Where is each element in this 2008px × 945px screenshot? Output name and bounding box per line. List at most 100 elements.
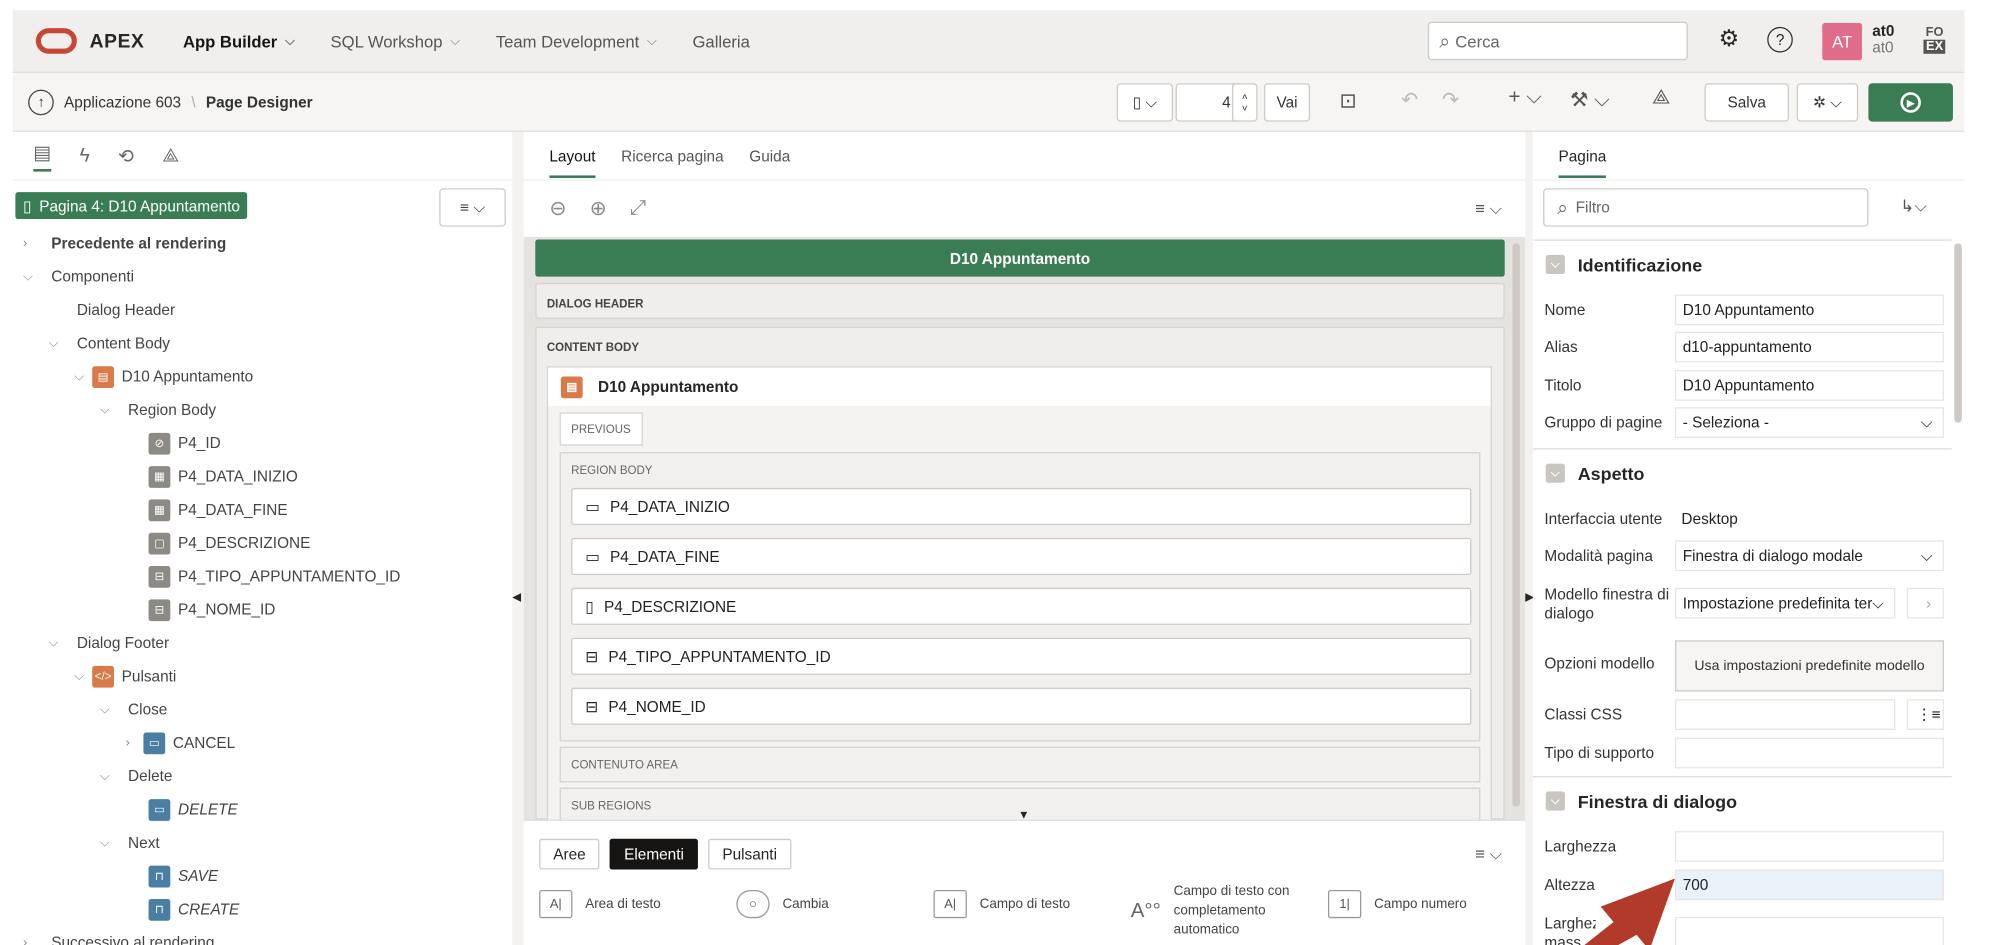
tab-pagina[interactable]: Pagina [1558, 147, 1607, 178]
tree-node[interactable]: ⊓ SAVE [148, 859, 218, 892]
avatar[interactable]: AT [1822, 23, 1862, 61]
tree-node[interactable]: ⌵ Dialog Footer [49, 626, 169, 659]
layout-item[interactable]: ▯ P4_DESCRIZIONE [571, 587, 1472, 625]
css-list-icon[interactable]: ⋮≡ [1906, 699, 1944, 730]
modello-select[interactable]: Impostazione predefinita ter ⌵ [1675, 587, 1896, 619]
tree-node[interactable]: ⊓ CREATE [148, 893, 239, 926]
tree-node[interactable]: ▢ P4_DESCRIZIONE [148, 526, 310, 559]
tree-menu-button[interactable]: ≡ ⌵ [439, 188, 506, 227]
property-scrollbar[interactable] [1954, 243, 1962, 423]
tab-shared-components-icon[interactable]: ⟁ [162, 145, 179, 167]
region-d10-appuntamento[interactable]: ▤ D10 Appuntamento PREVIOUS REGION BODY ▭… [546, 366, 1492, 824]
layout-item[interactable]: ⊟ P4_TIPO_APPUNTAMENTO_ID [571, 637, 1472, 675]
expand-icon[interactable]: ⤢ [630, 197, 646, 220]
lock-icon[interactable]: ⊡ [1340, 88, 1357, 114]
foex-badge[interactable]: FO EX [1923, 26, 1946, 54]
tab-aree[interactable]: Aree [539, 838, 600, 870]
page-number-stepper[interactable]: ˄ ˅ [1231, 83, 1258, 122]
gallery-item[interactable]: A| Campo di testo [933, 890, 1070, 919]
tree-node[interactable]: Dialog Header [77, 293, 175, 326]
tab-layout[interactable]: Layout [549, 147, 596, 178]
section-finestra-di-dialogo[interactable]: ⌵ Finestra di dialogo [1532, 776, 1952, 825]
debug-menu-button[interactable]: ✲ ⌵ [1796, 83, 1859, 122]
nav-galleria[interactable]: Galleria [692, 31, 749, 50]
section-aspetto[interactable]: ⌵ Aspetto [1532, 448, 1952, 497]
tree-node[interactable]: ▭ DELETE [148, 793, 238, 826]
tab-dynamic-actions-icon[interactable]: ϟ [80, 145, 90, 167]
tab-guida[interactable]: Guida [749, 147, 790, 165]
up-arrow-icon[interactable]: ↑ [28, 89, 54, 115]
filter-input[interactable]: ⌕ Filtro [1543, 188, 1869, 227]
tree-node[interactable]: ⌵ Close [100, 693, 167, 726]
zoom-out-icon[interactable]: ⊖ [549, 196, 566, 222]
region-body-slot[interactable]: REGION BODY ▭ P4_DATA_INIZIO ▭ P4_DATA_FIN… [559, 452, 1481, 742]
layout-item[interactable]: ⊟ P4_NOME_ID [571, 687, 1472, 725]
tree-node[interactable]: ⌵ ▤ D10 Appuntamento [74, 360, 253, 393]
redo-icon[interactable]: ↷ [1442, 87, 1459, 113]
help-icon[interactable]: ? [1767, 26, 1794, 52]
page-node-button[interactable]: ▯ Pagina 4: D10 Appuntamento [15, 192, 248, 219]
breadcrumb-app[interactable]: Applicazione 603 [64, 93, 181, 111]
oracle-logo-icon[interactable] [35, 28, 77, 54]
go-to-group-icon[interactable]: ↳⌵ [1900, 196, 1927, 216]
search-input[interactable]: ⌕ Cerca [1427, 21, 1688, 61]
layout-item[interactable]: ▭ P4_DATA_FINE [571, 537, 1472, 575]
titolo-field[interactable]: D10 Appuntamento [1675, 370, 1944, 401]
layout-item[interactable]: ▭ P4_DATA_INIZIO [571, 487, 1472, 526]
right-splitter[interactable]: ▶ [1525, 131, 1534, 945]
tab-processing-icon[interactable]: ⟲ [118, 144, 134, 167]
gallery-item[interactable]: ○ Cambia [736, 890, 829, 919]
layout-menu-icon[interactable]: ≡ ⌵ [1475, 198, 1502, 218]
save-button[interactable]: Salva [1704, 83, 1789, 122]
section-identificazione[interactable]: ⌵ Identificazione [1532, 239, 1952, 288]
previous-slot[interactable]: PREVIOUS [559, 412, 643, 446]
gallery-item[interactable]: A| Area di testo [539, 890, 661, 919]
tree-node[interactable]: ⌵ Next [100, 826, 160, 859]
center-scrollbar[interactable] [1512, 243, 1521, 807]
tab-elementi[interactable]: Elementi [610, 838, 698, 870]
tree-node[interactable]: ⌵ Delete [100, 759, 173, 792]
gallery-menu-icon[interactable]: ≡ ⌵ [1475, 844, 1502, 864]
modalita-select[interactable]: Finestra di dialogo modale ⌵ [1675, 540, 1944, 572]
tree-node[interactable]: ⌵ Content Body [49, 327, 170, 360]
tree-node[interactable]: › Successivo al rendering [23, 926, 214, 945]
brand-name[interactable]: APEX [90, 30, 145, 52]
tree-node[interactable]: › Precedente al rendering [23, 227, 226, 260]
user-info[interactable]: at0 at0 [1872, 22, 1894, 56]
gallery-item[interactable]: 1| Campo numero [1327, 890, 1467, 919]
zoom-in-icon[interactable]: ⊕ [590, 196, 607, 222]
go-to-template-button[interactable]: › [1906, 587, 1944, 619]
supporto-field[interactable] [1675, 737, 1944, 769]
nome-field[interactable]: D10 Appuntamento [1675, 294, 1944, 326]
run-page-button[interactable]: ▶ [1868, 83, 1953, 122]
tree-node[interactable]: ⊟ P4_TIPO_APPUNTAMENTO_ID [148, 560, 400, 593]
tree-node[interactable]: ⌵ Region Body [100, 393, 216, 426]
tab-pulsanti[interactable]: Pulsanti [708, 838, 792, 870]
create-menu-icon[interactable]: + ⌵ [1509, 87, 1542, 110]
go-button[interactable]: Vai [1263, 83, 1311, 122]
gruppo-select[interactable]: - Seleziona - ⌵ [1675, 407, 1944, 438]
nav-app-builder[interactable]: App Builder ⌵ [183, 31, 295, 50]
tree-node[interactable]: ▦ P4_DATA_FINE [148, 493, 288, 526]
dialog-title-bar[interactable]: D10 Appuntamento [535, 239, 1505, 277]
tree-node[interactable]: › ▭ CANCEL [125, 726, 235, 759]
undo-icon[interactable]: ↶ [1401, 87, 1418, 113]
tab-ricerca-pagina[interactable]: Ricerca pagina [621, 147, 724, 165]
tree-node[interactable]: ⊘ P4_ID [148, 426, 221, 459]
tree-node[interactable]: ⌵ </> Pulsanti [74, 660, 176, 693]
nav-sql-workshop[interactable]: SQL Workshop ⌵ [331, 31, 460, 50]
dialog-header-slot[interactable]: DIALOG HEADER [535, 283, 1505, 319]
use-template-defaults-button[interactable]: Usa impostazioni predefinite modello [1675, 640, 1944, 692]
tree-node[interactable]: ⌵ Componenti [23, 260, 134, 293]
contenuto-area-slot[interactable]: CONTENUTO AREA [559, 746, 1481, 783]
page-selector-button[interactable]: ▯ ⌵ [1116, 83, 1174, 122]
gallery-item[interactable]: A°° Campo di testo con completamento auto… [1131, 882, 1307, 940]
tree-node[interactable]: ⊟ P4_NOME_ID [148, 593, 275, 626]
tab-rendering-icon[interactable]: ▤ [33, 140, 52, 171]
admin-user-icon[interactable]: ⚙ [1719, 26, 1740, 53]
tree-node[interactable]: ▦ P4_DATA_INIZIO [148, 460, 298, 493]
alias-field[interactable]: d10-appuntamento [1675, 331, 1944, 363]
utilities-wrench-icon[interactable]: ⚒ ⌵ [1570, 87, 1610, 113]
nav-team-development[interactable]: Team Development ⌵ [496, 31, 657, 50]
left-splitter[interactable]: ◀ [512, 131, 524, 945]
